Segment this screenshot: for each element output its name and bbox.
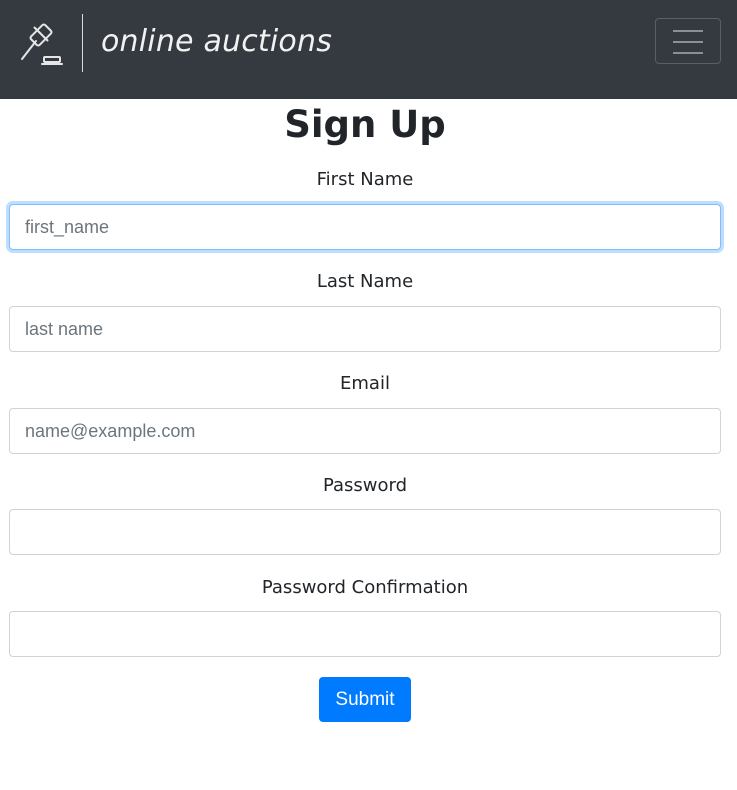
brand-link[interactable]: online auctions: [18, 14, 332, 72]
hamburger-menu-icon: [673, 30, 703, 32]
password-confirmation-label: Password Confirmation: [261, 577, 469, 598]
first-name-label: First Name: [316, 169, 414, 190]
last-name-input[interactable]: [9, 306, 721, 352]
navbar: online auctions: [0, 0, 737, 99]
page-title: Sign Up: [284, 103, 446, 146]
first-name-input[interactable]: [9, 204, 721, 250]
hamburger-menu-icon-bar: [673, 52, 703, 54]
password-confirmation-input[interactable]: [9, 611, 721, 657]
password-input[interactable]: [9, 509, 721, 555]
hamburger-menu-icon-bar: [673, 41, 703, 43]
email-label: Email: [340, 373, 390, 394]
brand-divider: [82, 14, 83, 72]
email-input[interactable]: [9, 408, 721, 454]
password-label: Password: [322, 475, 408, 496]
submit-button[interactable]: Submit: [319, 677, 411, 722]
gavel-icon: [21, 23, 63, 65]
last-name-label: Last Name: [316, 271, 414, 292]
navbar-toggler-button[interactable]: [655, 18, 721, 64]
brand-text: online auctions: [101, 24, 333, 59]
